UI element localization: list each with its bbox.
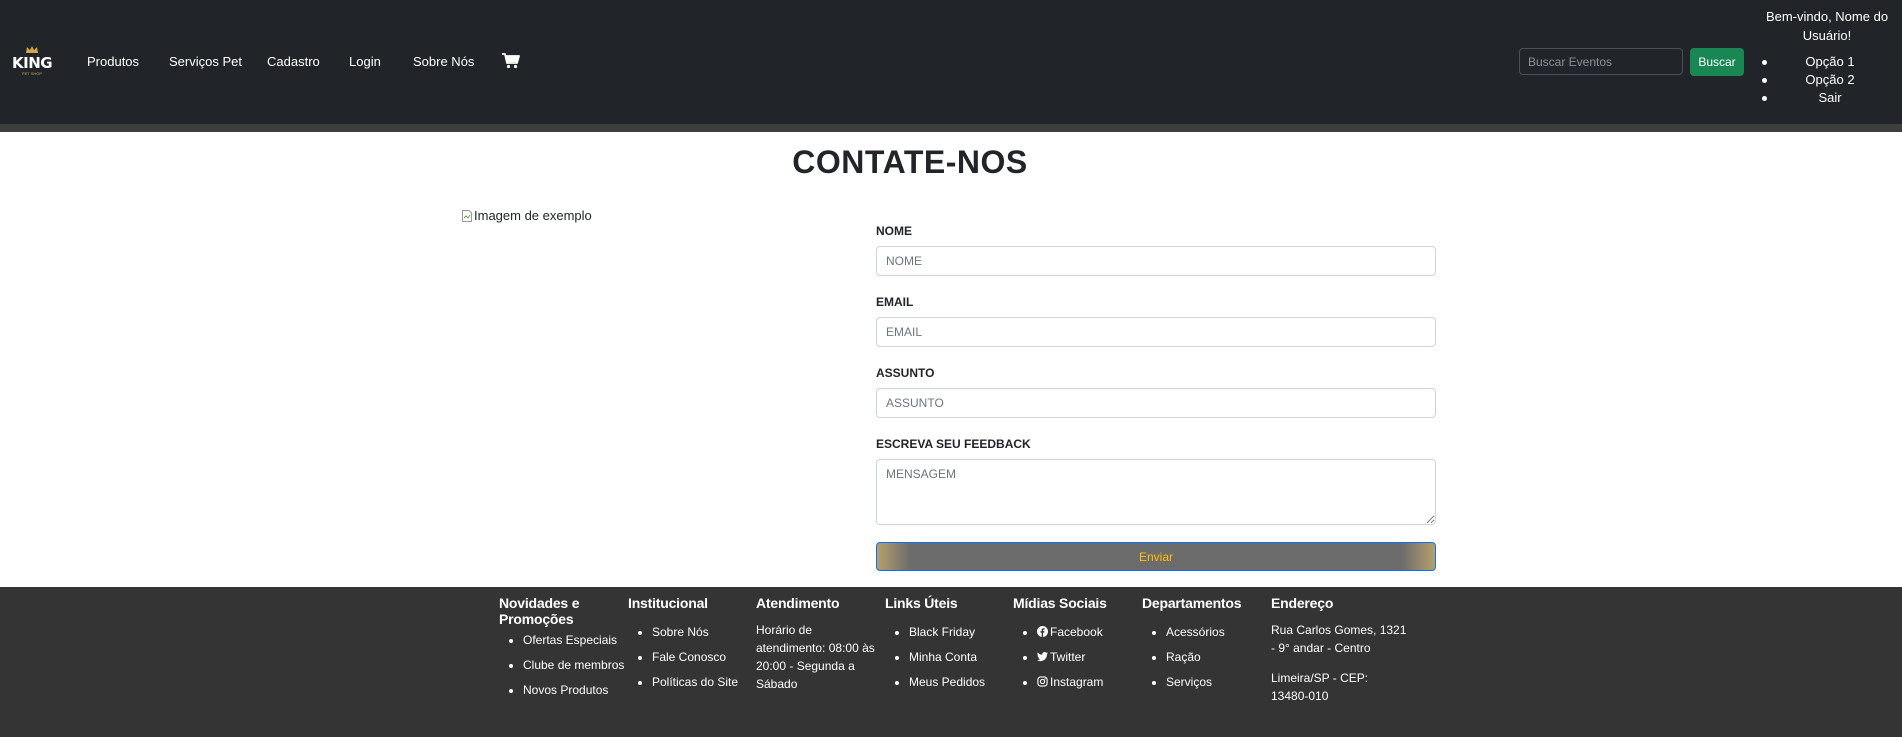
instagram-label: Instagram	[1050, 675, 1104, 689]
footer-promocoes-title: Novidades e Promoções	[499, 595, 580, 627]
footer-link-black-friday[interactable]: Black Friday	[909, 625, 1011, 640]
footer-col-departamentos: Departamentos Acessórios Ração Serviços	[1142, 595, 1268, 700]
facebook-icon	[1037, 626, 1048, 637]
navbar: KING PET SHOP Produtos Serviços Pet Cada…	[0, 0, 1902, 124]
email-label: EMAIL	[876, 295, 914, 309]
footer-link-meus-pedidos[interactable]: Meus Pedidos	[909, 675, 1011, 690]
footer-link-politicas[interactable]: Políticas do Site	[652, 675, 754, 690]
footer-link-fale-conosco[interactable]: Fale Conosco	[652, 650, 754, 665]
subject-field[interactable]	[876, 388, 1436, 418]
footer-link-clube[interactable]: Clube de membros	[523, 658, 625, 673]
search-input[interactable]	[1519, 48, 1683, 75]
user-menu-item-opcao-2[interactable]: Opção 2	[1740, 71, 1900, 89]
user-menu-item-opcao-1[interactable]: Opção 1	[1740, 53, 1900, 71]
nav-link-sobre-nos[interactable]: Sobre Nós	[413, 54, 474, 70]
twitter-icon	[1037, 651, 1048, 662]
logo-subtext: PET SHOP	[21, 71, 43, 76]
crown-icon	[26, 46, 38, 53]
page-title: CONTATE-NOS	[792, 144, 1028, 180]
nav-link-servicos-pet[interactable]: Serviços Pet	[169, 54, 242, 70]
cart-icon[interactable]	[502, 53, 520, 69]
email-field[interactable]	[876, 317, 1436, 347]
subject-label: ASSUNTO	[876, 366, 935, 380]
broken-image-icon	[462, 209, 472, 222]
name-field[interactable]	[876, 246, 1436, 276]
user-menu-item-sair[interactable]: Sair	[1740, 89, 1900, 107]
footer-link-facebook[interactable]: Facebook	[1037, 625, 1139, 640]
footer-link-novos-produtos[interactable]: Novos Produtos	[523, 683, 625, 698]
search-button[interactable]: Buscar	[1690, 48, 1744, 76]
footer-endereco-title: Endereço	[1271, 595, 1334, 611]
footer-col-links-uteis: Links Úteis Black Friday Minha Conta Meu…	[885, 595, 1011, 700]
footer-col-institucional: Institucional Sobre Nós Fale Conosco Pol…	[628, 595, 754, 700]
logo-text: KING	[12, 54, 53, 72]
footer-social-title: Mídias Sociais	[1013, 595, 1107, 611]
example-image: Imagem de exemplo	[462, 208, 592, 223]
feedback-field[interactable]	[876, 459, 1436, 525]
footer-link-twitter[interactable]: Twitter	[1037, 650, 1139, 665]
facebook-label: Facebook	[1050, 625, 1103, 639]
footer-atendimento-title: Atendimento	[756, 595, 840, 611]
nav-link-login[interactable]: Login	[349, 54, 381, 70]
nav-link-cadastro[interactable]: Cadastro	[267, 54, 320, 70]
footer: Novidades e Promoções Ofertas Especiais …	[0, 587, 1902, 737]
instagram-icon	[1037, 676, 1048, 687]
footer-endereco-line2: Limeira/SP - CEP: 13480-010	[1271, 671, 1369, 703]
footer-link-instagram[interactable]: Instagram	[1037, 675, 1139, 690]
footer-link-ofertas[interactable]: Ofertas Especiais	[523, 633, 625, 648]
footer-departamentos-title: Departamentos	[1142, 595, 1242, 611]
footer-atendimento-text: Horário de atendimento: 08:00 às 20:00 -…	[756, 623, 875, 691]
footer-link-racao[interactable]: Ração	[1166, 650, 1268, 665]
footer-col-midias-sociais: Mídias Sociais Facebook Twitter Instagra…	[1013, 595, 1139, 700]
footer-col-atendimento: Atendimento Horário de atendimento: 08:0…	[756, 595, 878, 693]
feedback-label: ESCREVA SEU FEEDBACK	[876, 437, 1031, 451]
nav-link-produtos[interactable]: Produtos	[87, 54, 139, 70]
footer-col-promocoes: Novidades e Promoções Ofertas Especiais …	[499, 595, 625, 708]
footer-link-acessorios[interactable]: Acessórios	[1166, 625, 1268, 640]
footer-endereco-line1: Rua Carlos Gomes, 1321 - 9° andar - Cent…	[1271, 623, 1407, 655]
welcome-message: Bem-vindo, Nome do Usuário!	[1765, 9, 1889, 43]
footer-link-servicos[interactable]: Serviços	[1166, 675, 1268, 690]
example-image-alt-text: Imagem de exemplo	[474, 208, 592, 223]
twitter-label: Twitter	[1050, 650, 1086, 664]
footer-link-minha-conta[interactable]: Minha Conta	[909, 650, 1011, 665]
footer-col-endereco: Endereço Rua Carlos Gomes, 1321 - 9° and…	[1271, 595, 1407, 705]
user-menu: Opção 1 Opção 2 Sair	[1740, 53, 1900, 107]
footer-institucional-title: Institucional	[628, 595, 708, 611]
name-label: NOME	[876, 224, 912, 238]
navbar-divider	[0, 124, 1902, 132]
footer-links-title: Links Úteis	[885, 595, 958, 611]
submit-button[interactable]: Enviar	[876, 542, 1436, 571]
footer-link-sobre-nos[interactable]: Sobre Nós	[652, 625, 754, 640]
king-logo[interactable]: KING PET SHOP	[12, 46, 53, 78]
